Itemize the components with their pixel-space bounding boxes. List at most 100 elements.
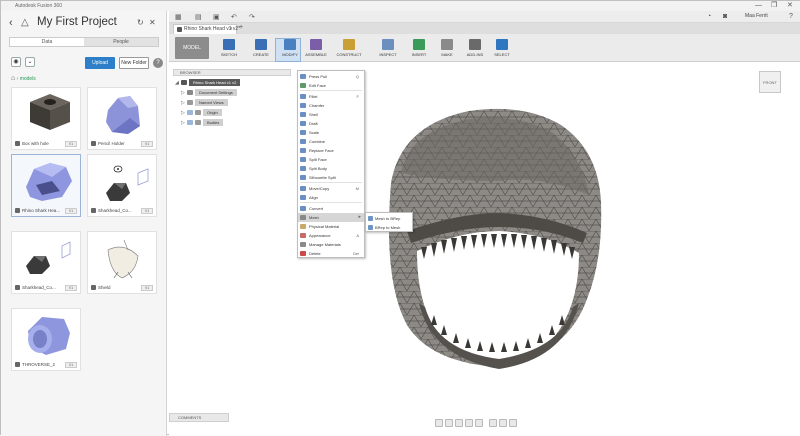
menu-item-appearance[interactable]: Appearance A [298,231,364,240]
toolbar-group-sketch[interactable]: SKETCH [215,36,243,60]
menu-item-label: Chamfer [309,103,325,108]
menu-item-align[interactable]: Align [298,193,364,202]
comments-panel[interactable]: COMMENTS [169,413,229,422]
toolbar-group-label: MAKE [441,52,453,57]
tab-people[interactable]: People [84,38,158,46]
toolbar-group-modify[interactable]: MODIFY [275,36,303,62]
menu-item-replace-face[interactable]: Replace Face [298,146,364,155]
user-name[interactable]: Maa Ferrit [745,13,768,19]
menu-item-label: BRep to Mesh [375,225,401,230]
menu-item-split-face[interactable]: Split Face [298,155,364,164]
close-window-button[interactable]: ✕ [787,1,793,11]
home-icon[interactable]: ⌂ [11,75,15,82]
view-toggle-icon[interactable]: ◉ [11,57,21,67]
menu-item-press-pull[interactable]: Press Pull Q [298,72,364,81]
toolbar-group-insert[interactable]: INSERT [405,36,433,60]
chamfer-icon [300,103,306,108]
design-thumbnail[interactable]: THROVERSE_2 V1 [11,308,81,371]
pan-icon[interactable] [455,419,463,427]
browser-header[interactable]: BROWSER [173,69,291,76]
design-thumbnail[interactable]: Rhino Shark Hea... V1 [11,154,81,217]
job-status-icon[interactable]: ◔ [707,13,711,20]
browser-node[interactable]: ▷ Origin [181,109,222,117]
grid-icon[interactable]: ▦ [175,13,182,21]
display-settings-icon[interactable] [489,419,497,427]
shield-preview [107,239,139,279]
menu-item-label: Mesh to BRep [375,216,401,221]
design-canvas[interactable]: FRONT BROWSER ◢ Rhino Shark Head v1 v2 ▷ D… [169,63,800,436]
minimize-button[interactable]: — [755,1,762,11]
menu-item-chamfer[interactable]: Chamfer [298,101,364,110]
visibility-bulb-icon[interactable] [187,110,193,116]
toolbar-group-make[interactable]: MAKE [435,36,459,60]
menu-item-scale[interactable]: Scale [298,128,364,137]
close-panel-icon[interactable]: ✕ [149,18,156,27]
chevron-down-icon[interactable]: ⌄ [25,57,35,67]
save-icon[interactable]: ▣ [213,13,220,21]
sharkhead-preview [26,241,71,274]
design-file-icon [177,27,182,32]
toolbar-group-construct[interactable]: CONSTRUCT [329,36,369,60]
browser-node[interactable]: ▷ Named Views [181,99,228,107]
browser-node[interactable]: ▷ Bodies [181,119,224,127]
combine-icon [300,139,306,144]
help-button[interactable]: ? [153,58,163,68]
back-chevron-icon[interactable]: ‹ [9,17,13,29]
viewcube[interactable]: FRONT [759,71,781,93]
notifications-icon[interactable]: ◙ [723,13,727,20]
toolbar-group-add-ins[interactable]: ADD-INS [461,36,489,60]
browser-node-label: Named Views [195,99,228,106]
document-tab[interactable]: Rhino Shark Head v1 v2* ✕ [173,24,240,34]
menu-item-manage-materials[interactable]: Manage Materials [298,240,364,249]
menu-item-label: Combine [309,139,326,144]
zoom-icon[interactable] [465,419,473,427]
menu-item-combine[interactable]: Combine [298,137,364,146]
window-titlebar: Autodesk Fusion 360 [1,1,800,11]
upload-button[interactable]: Upload [85,57,115,69]
menu-item-split-body[interactable]: Split Body [298,164,364,173]
menu-item-draft[interactable]: Draft [298,119,364,128]
menu-item-label: Shell [309,112,318,117]
refresh-icon[interactable]: ↻ [137,18,144,27]
viewports-icon[interactable] [509,419,517,427]
toolbar-group-select[interactable]: SELECT [491,36,513,60]
design-thumbnail[interactable]: Box with hole V1 [11,87,81,150]
undo-icon[interactable]: ↶ [231,13,237,21]
visibility-bulb-icon[interactable] [187,120,193,126]
toolbar-group-inspect[interactable]: INSPECT [373,36,403,60]
look-at-icon[interactable] [445,419,453,427]
menu-item-physical-material[interactable]: Physical Material [298,222,364,231]
tab-data[interactable]: Data [10,38,84,46]
menu-item-shell[interactable]: Shell [298,110,364,119]
workspace-switcher[interactable]: MODEL [175,37,209,59]
redo-icon[interactable]: ↷ [249,13,255,21]
new-tab-button[interactable]: + [239,24,243,31]
menu-item-fillet[interactable]: Fillet F [298,92,364,101]
menu-item-silhouette-split[interactable]: Silhouette Split [298,173,364,182]
design-thumbnail[interactable]: Sharkhead_Co... V1 [87,154,157,217]
assemble-tool-icon [310,39,322,50]
menu-item-mesh[interactable]: Mesh ▸ [298,213,364,222]
design-thumbnail[interactable]: Pencil Holder V1 [87,87,157,150]
menu-item-brep-to-mesh[interactable]: BRep to Mesh [366,223,412,232]
menu-item-move-copy[interactable]: Move/Copy M [298,184,364,193]
close-tab-icon[interactable]: ✕ [229,25,233,34]
new-folder-button[interactable]: New Folder [119,57,149,69]
browser-root-node[interactable]: ◢ Rhino Shark Head v1 v2 [175,79,241,87]
design-thumbnail[interactable]: Sharkhead_Co... V1 [11,231,81,294]
help-icon[interactable]: ? [789,13,793,20]
browser-node[interactable]: ▷ Document Settings [181,89,237,97]
maximize-button[interactable]: ❐ [771,1,777,11]
menu-item-convert[interactable]: Convert [298,204,364,213]
grid-settings-icon[interactable] [499,419,507,427]
file-icon[interactable]: ▤ [195,13,202,21]
breadcrumb-item-models[interactable]: models [20,76,36,82]
toolbar-group-create[interactable]: CREATE [247,36,275,60]
menu-item-mesh-to-brep[interactable]: Mesh to BRep [366,214,412,223]
design-thumbnail[interactable]: Shield V1 [87,231,157,294]
menu-item-edit-face[interactable]: Edit Face [298,81,364,90]
fit-icon[interactable] [475,419,483,427]
menu-item-delete[interactable]: Delete Del [298,249,364,258]
toolbar-group-assemble[interactable]: ASSEMBLE [303,36,329,60]
orbit-icon[interactable] [435,419,443,427]
